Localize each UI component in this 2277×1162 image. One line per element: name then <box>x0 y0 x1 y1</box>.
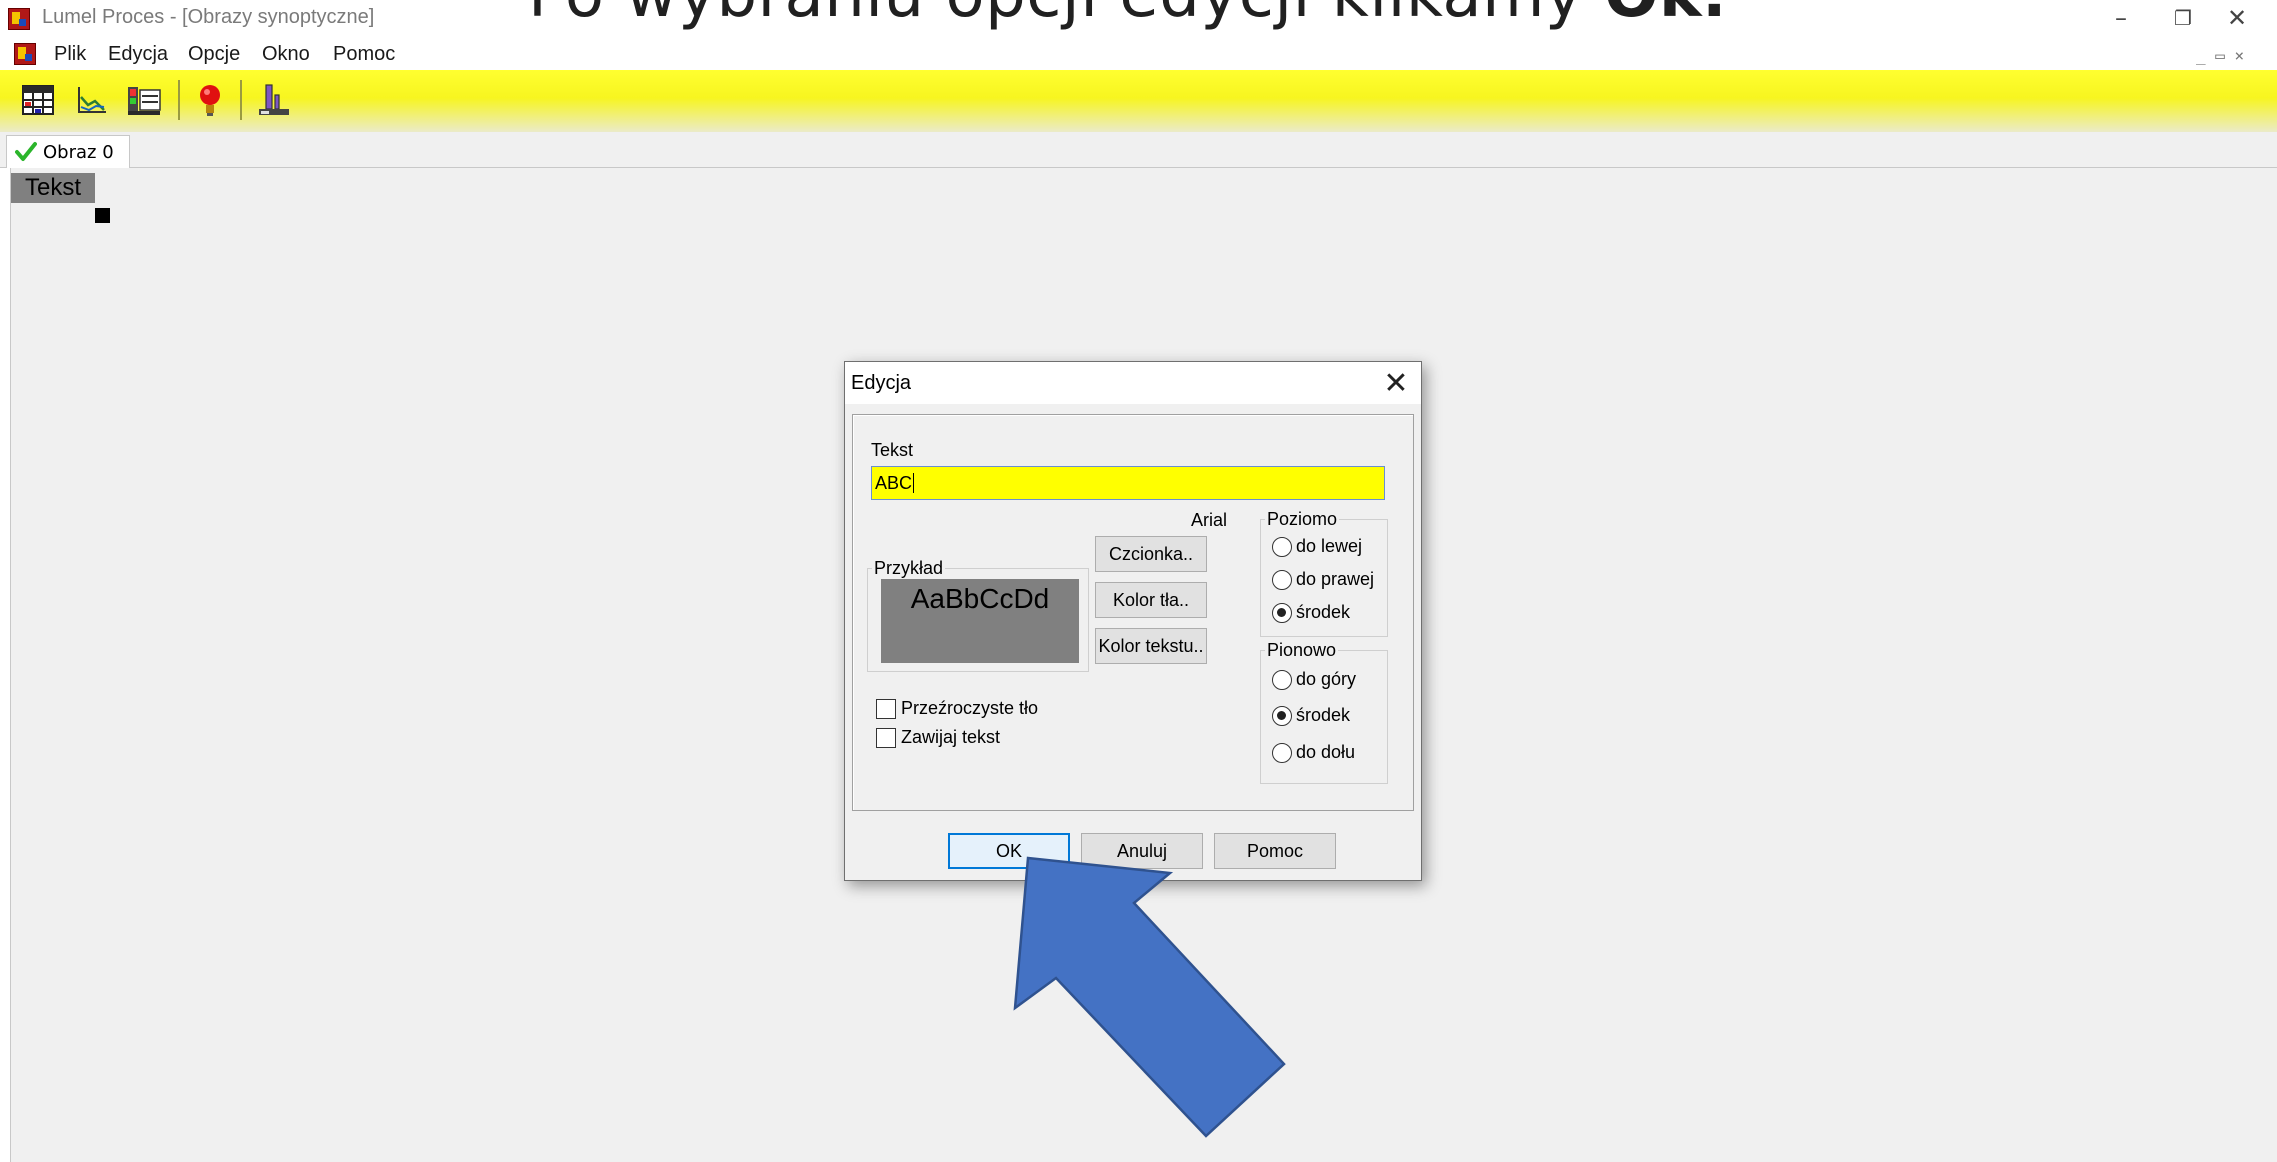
process-icon[interactable] <box>254 80 294 120</box>
radio-label: środek <box>1296 705 1351 725</box>
radio-label: do prawej <box>1296 569 1375 589</box>
radio-icon <box>1272 536 1292 557</box>
slide-heading: Po wybraniu opcji edycji klikamy Ok. <box>528 0 1727 32</box>
edit-dialog: Edycja ✕ Tekst ABC Arial Przykład AaBbCc… <box>844 361 1422 881</box>
resize-handle[interactable] <box>95 208 110 223</box>
close-window-button[interactable]: ✕ <box>2208 0 2266 36</box>
radio-selected-icon <box>1272 705 1292 726</box>
dialog-title: Edycja <box>851 372 912 394</box>
radio-selected-icon <box>1272 602 1292 623</box>
checkbox-icon <box>876 727 896 748</box>
radio-icon <box>1272 669 1292 690</box>
dialog-title-bar: Edycja ✕ <box>845 362 1421 404</box>
horizontal-align-label: Poziomo <box>1265 509 1340 530</box>
checkmark-icon <box>15 142 37 161</box>
close-icon: ✕ <box>1383 365 1409 401</box>
radio-horizontal-right[interactable]: do prawej <box>1272 569 1374 590</box>
radio-label: do góry <box>1296 669 1357 689</box>
menu-pomoc[interactable]: Pomoc <box>333 43 395 66</box>
radio-vertical-bottom[interactable]: do dołu <box>1272 742 1355 763</box>
tab-label: Obraz 0 <box>43 141 114 163</box>
radio-vertical-top[interactable]: do góry <box>1272 669 1356 690</box>
transparent-bg-checkbox[interactable]: Przeźroczyste tło <box>876 698 1038 719</box>
text-field-label: Tekst <box>871 440 914 460</box>
cancel-button[interactable]: Anuluj <box>1081 833 1203 869</box>
radio-icon <box>1272 569 1292 590</box>
window-title: Lumel Proces - [Obrazy synoptyczne] <box>42 6 375 28</box>
vertical-align-label: Pionowo <box>1265 640 1339 661</box>
canvas-text-element[interactable]: Tekst <box>11 173 95 203</box>
meter-icon[interactable] <box>124 80 164 120</box>
text-input-value: ABC <box>875 473 913 493</box>
radio-label: środek <box>1296 602 1351 622</box>
radio-icon <box>1272 742 1292 763</box>
font-name-label: Arial <box>1191 510 1228 530</box>
menu-bar: Plik Edycja Opcje Okno Pomoc _ ▭ × <box>0 40 2277 70</box>
example-group-label: Przykład <box>872 558 946 579</box>
slide-heading-emphasis: Ok. <box>1604 0 1727 32</box>
example-preview: AaBbCcDd <box>881 579 1079 663</box>
document-icon <box>14 43 36 65</box>
font-button[interactable]: Czcionka.. <box>1095 536 1207 572</box>
ok-button[interactable]: OK <box>948 833 1070 869</box>
chart-icon[interactable] <box>72 80 112 120</box>
toolbar <box>0 70 2277 132</box>
document-tab-strip: Obraz 0 <box>0 132 2277 168</box>
toolbar-separator <box>240 80 242 120</box>
menu-plik[interactable]: Plik <box>54 43 86 66</box>
menu-okno[interactable]: Okno <box>262 43 310 66</box>
menu-opcje[interactable]: Opcje <box>188 43 240 66</box>
slide-heading-prefix: Po wybraniu opcji edycji klikamy <box>528 0 1604 32</box>
checkbox-label: Przeźroczyste tło <box>901 698 1039 718</box>
radio-label: do dołu <box>1296 742 1356 762</box>
title-bar: Lumel Proces - [Obrazy synoptyczne] Po w… <box>0 0 2277 44</box>
text-color-button[interactable]: Kolor tekstu.. <box>1095 628 1207 664</box>
help-button[interactable]: Pomoc <box>1214 833 1336 869</box>
restore-button[interactable]: ❐ <box>2154 0 2212 36</box>
dialog-close-button[interactable]: ✕ <box>1379 365 1413 401</box>
mdi-window-controls[interactable]: _ ▭ × <box>2196 46 2244 65</box>
menu-edycja[interactable]: Edycja <box>108 43 168 66</box>
toolbar-separator <box>178 80 180 120</box>
app-icon <box>8 8 30 30</box>
text-input[interactable]: ABC <box>871 466 1385 500</box>
background-color-button[interactable]: Kolor tła.. <box>1095 582 1207 618</box>
table-grid-icon[interactable] <box>18 80 58 120</box>
radio-vertical-center[interactable]: środek <box>1272 705 1350 726</box>
checkbox-label: Zawijaj tekst <box>901 727 1001 747</box>
radio-label: do lewej <box>1296 536 1363 556</box>
minimize-button[interactable]: – <box>2092 0 2150 36</box>
radio-horizontal-left[interactable]: do lewej <box>1272 536 1362 557</box>
radio-horizontal-center[interactable]: środek <box>1272 602 1350 623</box>
alarm-bulb-icon[interactable] <box>190 80 230 120</box>
checkbox-icon <box>876 698 896 719</box>
wrap-text-checkbox[interactable]: Zawijaj tekst <box>876 727 1000 748</box>
tab-obraz-0[interactable]: Obraz 0 <box>6 135 130 168</box>
